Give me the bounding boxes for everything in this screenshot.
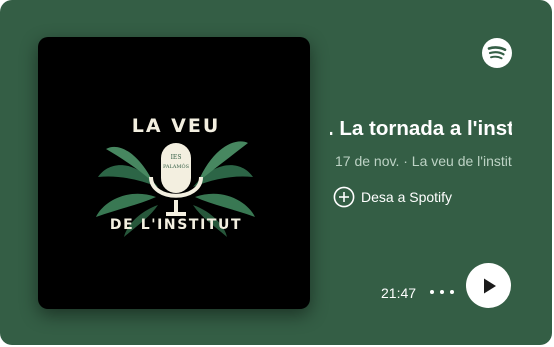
- mic-label-bottom: PALAMÓS: [163, 162, 190, 170]
- dot: [430, 290, 434, 294]
- save-to-spotify-button[interactable]: Desa a Spotify: [333, 186, 452, 208]
- episode-cover-art: LA VEU IES PALAMÓS DE L'INSTITUT: [38, 37, 310, 309]
- cover-title-line1: LA VEU: [132, 115, 221, 137]
- episode-meta: 17 de nov. · La veu de l'institut: [335, 153, 512, 169]
- plus-circle-icon: [333, 186, 355, 208]
- cover-illustration: LA VEU IES PALAMÓS DE L'INSTITUT: [96, 115, 255, 237]
- play-button[interactable]: [466, 263, 511, 308]
- play-icon: [483, 278, 496, 293]
- save-label: Desa a Spotify: [361, 189, 453, 205]
- episode-title-container: . La tornada a l'institut: [330, 117, 512, 141]
- dot: [440, 290, 444, 294]
- more-dots-icon[interactable]: [430, 282, 454, 302]
- dot: [450, 290, 454, 294]
- episode-title[interactable]: . La tornada a l'institut: [330, 117, 512, 141]
- cover-title-line2: DE L'INSTITUT: [110, 217, 242, 233]
- spotify-icon[interactable]: [481, 37, 513, 69]
- mic-label-top: IES: [171, 154, 182, 161]
- spotify-embed-card: LA VEU IES PALAMÓS DE L'INSTITUT . La to…: [0, 0, 552, 345]
- episode-duration: 21:47: [381, 285, 417, 301]
